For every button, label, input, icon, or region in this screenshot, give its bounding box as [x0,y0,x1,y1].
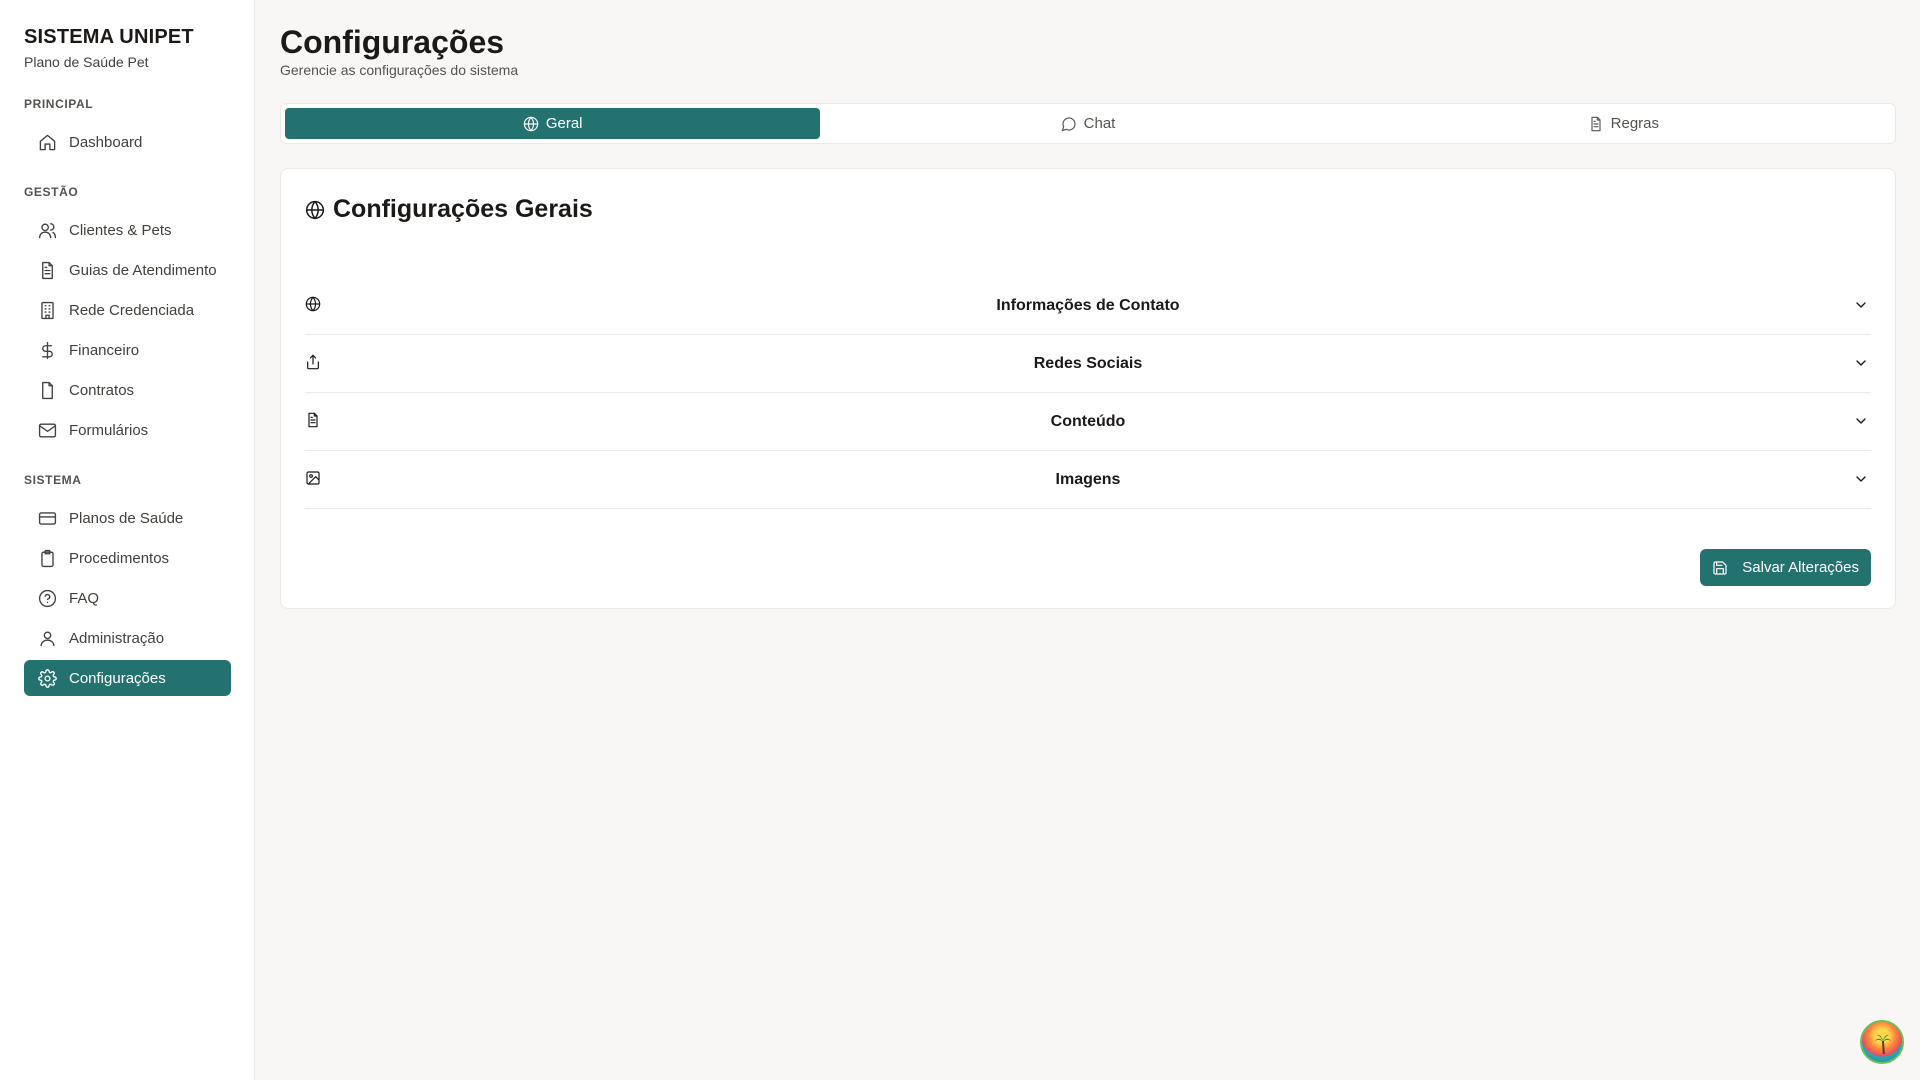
sidebar-item-label: Clientes & Pets [69,221,172,239]
gear-icon [37,668,57,688]
tab-regras[interactable]: Regras [1356,108,1891,139]
sidebar-item-label: Configurações [69,669,166,687]
globe-icon [523,116,539,131]
sidebar-item-label: Contratos [69,381,135,399]
sidebar-item-clientes-pets[interactable]: Clientes & Pets [24,212,231,248]
chat-icon [1061,116,1076,131]
sidebar-item-label: Guias de Atendimento [69,261,217,279]
section-label-sistema: SISTEMA [24,473,82,487]
palm-tree-icon [1875,1034,1891,1054]
sidebar-item-planos-de-saude[interactable]: Planos de Saúde [24,500,231,536]
chevron-down-icon [1853,471,1869,487]
sidebar-item-label: Administração [69,629,165,647]
chevron-down-icon [1853,297,1869,313]
home-icon [37,132,57,152]
card-title-text: Configurações Gerais [333,195,593,223]
chevron-down-icon [1853,355,1869,371]
tab-label: Geral [545,115,583,132]
sidebar-item-administracao[interactable]: Administração [24,620,231,656]
sidebar-item-formularios[interactable]: Formulários [24,412,231,448]
accordion-label: Conteúdo [1050,413,1126,430]
sidebar-item-contratos[interactable]: Contratos [24,372,231,408]
section-label-principal: PRINCIPAL [24,97,94,111]
accordion-label: Imagens [1055,471,1121,488]
tab-label: Chat [1083,115,1116,132]
sidebar-item-label: Rede Credenciada [69,301,195,319]
sidebar-item-faq[interactable]: FAQ [24,580,231,616]
settings-accordion: Informações de Contato Redes Sociais Con… [305,277,1871,509]
globe-icon [305,200,325,219]
file-text-icon [37,260,57,280]
tab-label: Regras [1610,115,1659,132]
brand: SISTEMA UNIPET Plano de Saúde Pet [24,26,194,70]
sidebar-item-rede-credenciada[interactable]: Rede Credenciada [24,292,231,328]
page-title: Configurações [280,24,505,60]
card-title: Configurações Gerais [305,195,593,224]
sidebar-item-label: Formulários [69,421,149,439]
settings-tabs: Geral Chat Regras [280,103,1896,144]
credit-card-icon [37,508,57,528]
accordion-label: Informações de Contato [996,297,1180,314]
help-circle-icon [37,588,57,608]
brand-subtitle: Plano de Saúde Pet [24,54,149,70]
user-icon [37,628,57,648]
sidebar-item-label: FAQ [69,589,100,607]
tab-geral[interactable]: Geral [285,108,821,139]
tab-chat[interactable]: Chat [820,108,1355,139]
sidebar-item-label: Planos de Saúde [69,509,184,527]
users-icon [37,220,57,240]
accordion-item-contato[interactable]: Informações de Contato [305,277,1871,335]
accordion-item-redes-sociais[interactable]: Redes Sociais [305,335,1871,393]
sidebar: SISTEMA UNIPET Plano de Saúde Pet PRINCI… [0,0,255,1080]
clipboard-icon [37,548,57,568]
sidebar-item-label: Dashboard [69,133,143,151]
assistant-avatar[interactable] [1860,1020,1904,1064]
file-icon [37,380,57,400]
sidebar-item-label: Procedimentos [69,549,170,567]
general-settings-card: Configurações Gerais Informações de Cont… [280,168,1896,609]
sidebar-item-configuracoes[interactable]: Configurações [24,660,231,696]
save-icon [1713,560,1727,575]
save-button-label: Salvar Alterações [1742,559,1859,576]
section-label-gestao: GESTÃO [24,185,79,199]
dollar-icon [37,340,57,360]
sidebar-item-procedimentos[interactable]: Procedimentos [24,540,231,576]
sidebar-item-financeiro[interactable]: Financeiro [24,332,231,368]
save-button[interactable]: Salvar Alterações [1700,549,1871,586]
sidebar-item-guias[interactable]: Guias de Atendimento [24,252,231,288]
accordion-item-imagens[interactable]: Imagens [305,451,1871,509]
sidebar-item-label: Financeiro [69,341,140,359]
brand-title: SISTEMA UNIPET [24,26,194,48]
sidebar-item-dashboard[interactable]: Dashboard [24,124,231,160]
building-icon [37,300,57,320]
page-subtitle: Gerencie as configurações do sistema [280,62,519,78]
mail-icon [37,420,57,440]
accordion-item-conteudo[interactable]: Conteúdo [305,393,1871,451]
accordion-label: Redes Sociais [1033,355,1143,372]
chevron-down-icon [1853,413,1869,429]
file-text-icon [1591,116,1601,131]
